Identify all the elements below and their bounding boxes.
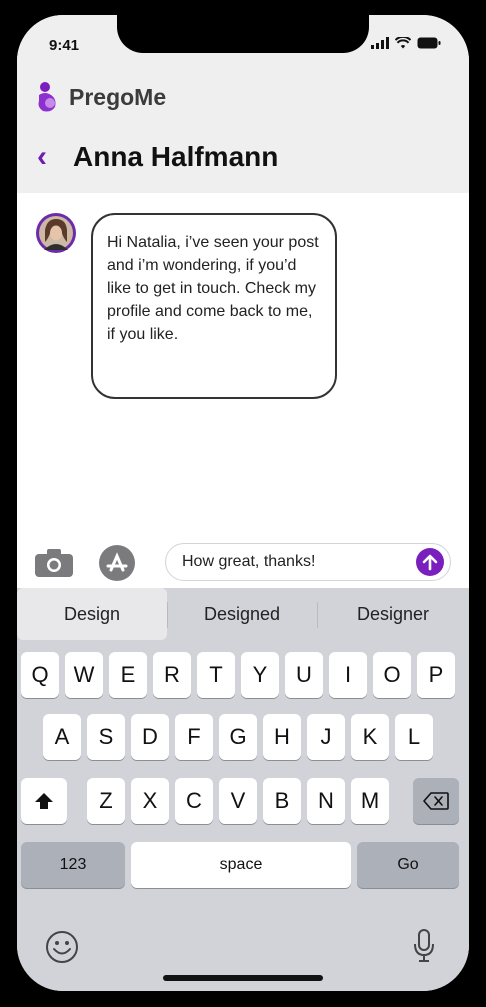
go-key[interactable]: Go — [357, 842, 459, 888]
key-p[interactable]: P — [417, 652, 455, 698]
message-input[interactable]: How great, thanks! — [165, 543, 451, 581]
key-k[interactable]: K — [351, 714, 389, 760]
status-time: 9:41 — [49, 37, 80, 54]
arrow-up-icon — [422, 554, 438, 571]
numbers-key[interactable]: 123 — [21, 842, 125, 888]
key-v[interactable]: V — [219, 778, 257, 824]
device-frame: 9:41 PregoMe ‹ Anna Halfmann Hi Natalia,… — [0, 0, 486, 1007]
camera-icon[interactable] — [35, 549, 73, 577]
key-r[interactable]: R — [153, 652, 191, 698]
key-n[interactable]: N — [307, 778, 345, 824]
contact-name: Anna Halfmann — [73, 141, 279, 172]
message-composer: How great, thanks! — [17, 535, 469, 587]
key-y[interactable]: Y — [241, 652, 279, 698]
system-icons — [371, 37, 441, 49]
key-l[interactable]: L — [395, 714, 433, 760]
space-key[interactable]: space — [131, 842, 351, 888]
key-m[interactable]: M — [351, 778, 389, 824]
key-u[interactable]: U — [285, 652, 323, 698]
incoming-message-bubble: Hi Natalia, i’ve seen your post and i’m … — [91, 213, 337, 399]
shift-arrow-icon — [35, 793, 53, 809]
key-a[interactable]: A — [43, 714, 81, 760]
key-f[interactable]: F — [175, 714, 213, 760]
key-z[interactable]: Z — [87, 778, 125, 824]
conversation-title-row: ‹ Anna Halfmann — [37, 141, 278, 173]
app-brand: PregoMe — [35, 81, 166, 113]
keyboard: Design Designed Designer Q W E R T Y U I… — [17, 588, 469, 991]
home-indicator[interactable] — [163, 975, 323, 981]
suggestion-3[interactable]: Designer — [317, 588, 469, 640]
avatar-photo-icon — [39, 216, 73, 250]
key-e[interactable]: E — [109, 652, 147, 698]
cellular-signal-icon — [371, 37, 389, 49]
suggestion-2[interactable]: Designed — [167, 588, 317, 640]
key-q[interactable]: Q — [21, 652, 59, 698]
key-t[interactable]: T — [197, 652, 235, 698]
app-name: PregoMe — [69, 83, 167, 110]
microphone-icon[interactable] — [413, 928, 435, 964]
key-d[interactable]: D — [131, 714, 169, 760]
key-b[interactable]: B — [263, 778, 301, 824]
key-s[interactable]: S — [87, 714, 125, 760]
key-j[interactable]: J — [307, 714, 345, 760]
key-c[interactable]: C — [175, 778, 213, 824]
app-store-icon[interactable] — [99, 545, 135, 581]
key-x[interactable]: X — [131, 778, 169, 824]
back-chevron-icon[interactable]: ‹ — [37, 142, 47, 172]
suggestion-1[interactable]: Design — [17, 588, 167, 640]
key-h[interactable]: H — [263, 714, 301, 760]
key-o[interactable]: O — [373, 652, 411, 698]
key-i[interactable]: I — [329, 652, 367, 698]
emoji-icon[interactable] — [45, 930, 79, 964]
contact-avatar[interactable] — [36, 213, 76, 253]
send-button[interactable] — [416, 548, 444, 576]
battery-icon — [417, 37, 441, 49]
wifi-icon — [395, 37, 411, 49]
shift-key[interactable] — [21, 778, 67, 824]
status-bar: 9:41 — [17, 15, 469, 71]
key-g[interactable]: G — [219, 714, 257, 760]
backspace-key[interactable] — [413, 778, 459, 824]
suggestion-bar: Design Designed Designer — [17, 588, 469, 640]
screen: 9:41 PregoMe ‹ Anna Halfmann Hi Natalia,… — [17, 15, 469, 991]
pregome-logo-icon — [38, 82, 56, 112]
backspace-icon — [423, 792, 449, 810]
message-input-text: How great, thanks! — [182, 553, 316, 570]
key-w[interactable]: W — [65, 652, 103, 698]
